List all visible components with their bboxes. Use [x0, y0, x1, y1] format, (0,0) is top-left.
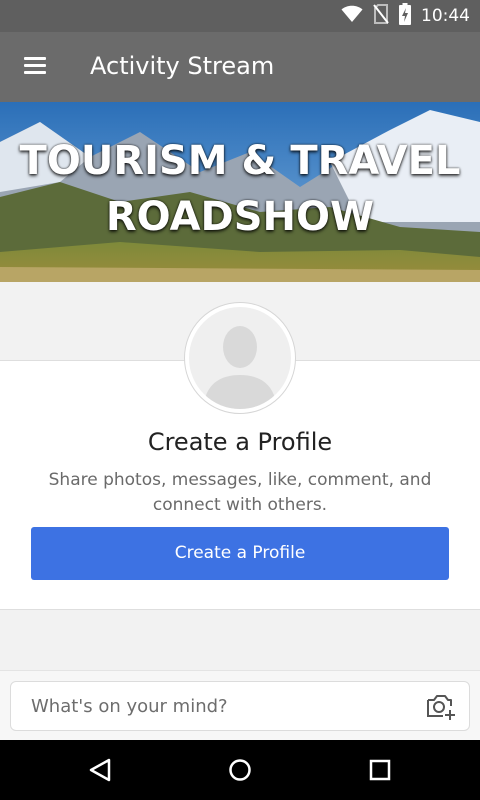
banner-title-line1: TOURISM & TRAVEL: [19, 138, 461, 184]
event-banner: TOURISM & TRAVEL ROADSHOW: [0, 102, 480, 282]
wifi-icon: [341, 5, 363, 28]
app-toolbar: Activity Stream: [0, 32, 480, 102]
create-profile-button[interactable]: Create a Profile: [31, 527, 449, 580]
camera-add-icon[interactable]: [425, 692, 457, 722]
card-description: Share photos, messages, like, comment, a…: [48, 470, 432, 515]
default-avatar-icon: [184, 302, 296, 414]
system-nav-bar: [0, 740, 480, 800]
back-icon[interactable]: [80, 750, 120, 790]
status-time: 10:44: [421, 6, 470, 26]
page-title: Activity Stream: [90, 52, 275, 80]
mountain-landscape-image: [0, 102, 480, 282]
card-title: Create a Profile: [147, 428, 333, 456]
status-input-placeholder: What's on your mind?: [31, 696, 228, 717]
recents-icon[interactable]: [360, 750, 400, 790]
no-sim-icon: [373, 3, 389, 29]
composer-bar: What's on your mind?: [0, 670, 480, 740]
home-icon[interactable]: [220, 750, 260, 790]
battery-charging-icon: [399, 2, 411, 30]
status-input[interactable]: What's on your mind?: [10, 681, 470, 731]
hamburger-menu-icon[interactable]: [16, 51, 56, 83]
status-bar: 10:44: [0, 0, 480, 32]
banner-title-line2: ROADSHOW: [105, 194, 375, 240]
